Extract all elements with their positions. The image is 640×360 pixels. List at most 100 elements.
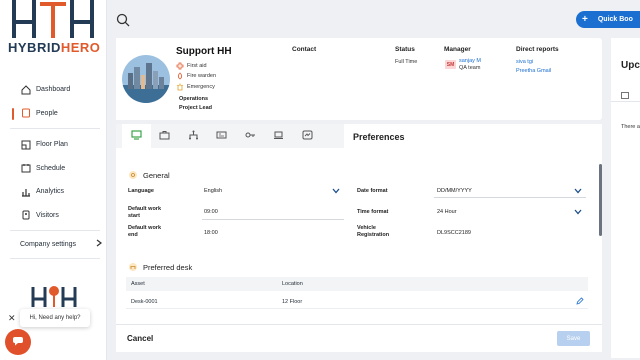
vehicle-field[interactable]: DL9SCC2189	[434, 227, 586, 240]
table-row: Desk-0001 12 Floor	[126, 295, 588, 309]
sidebar-item-label: Dashboard	[36, 86, 71, 94]
sidebar-item-label: Floor Plan	[36, 141, 68, 149]
visitors-icon	[20, 210, 31, 221]
divider	[611, 101, 640, 102]
form-footer: Cancel Save	[116, 324, 602, 352]
role-emergency: Emergency	[176, 83, 215, 91]
divider	[10, 128, 100, 129]
sidebar-item-dashboard[interactable]: Dashboard	[0, 78, 107, 102]
divider	[10, 258, 100, 259]
date-format-label: Date format	[357, 188, 388, 194]
preferred-desk-title: Preferred desk	[143, 262, 193, 272]
sidebar-item-visitors[interactable]: Visitors	[0, 204, 107, 228]
search-icon[interactable]	[115, 12, 131, 28]
vehicle-label-line1: Vehicle	[357, 225, 376, 231]
chevron-down-icon	[574, 188, 582, 194]
people-icon	[20, 108, 31, 119]
sidebar-item-schedule[interactable]: Schedule	[0, 157, 107, 181]
tab-devices[interactable]	[265, 124, 294, 148]
contact-header: Contact	[292, 46, 317, 53]
column-header-location: Location	[282, 281, 303, 287]
avatar	[122, 55, 170, 103]
desk-location: 12 Floor	[282, 299, 303, 305]
sidebar-item-floor-plan[interactable]: Floor Plan	[0, 133, 107, 157]
upcoming-empty-text: There a	[621, 124, 640, 130]
language-value: English	[204, 188, 223, 194]
work-end-value: 18:00	[204, 230, 218, 236]
profile-tabs	[116, 124, 344, 148]
date-format-select[interactable]: DD/MM/YYYY	[434, 184, 586, 197]
brand-word-1: HYBRID	[8, 40, 61, 55]
time-format-value: 24 Hour	[437, 209, 457, 215]
work-end-label-line1: Default work	[128, 225, 162, 231]
manager-team: QA team	[459, 65, 481, 71]
chevron-down-icon	[332, 188, 340, 194]
cancel-button[interactable]: Cancel	[127, 334, 153, 343]
chevron-down-icon	[574, 209, 582, 215]
manager-header: Manager	[444, 46, 471, 53]
company-settings[interactable]: Company settings	[20, 239, 102, 249]
status-value: Full Time	[395, 59, 418, 65]
floor-plan-icon	[20, 139, 31, 150]
hierarchy-icon	[188, 127, 199, 145]
status-header: Status	[395, 46, 415, 53]
work-start-label-line2: start	[128, 213, 140, 219]
key-icon	[245, 127, 256, 145]
manager-name[interactable]: sanjay M	[459, 58, 481, 64]
close-icon[interactable]: ✕	[8, 313, 16, 324]
upcoming-title: Upc	[621, 60, 640, 71]
chat-logo	[31, 286, 77, 307]
schedule-icon	[20, 163, 31, 174]
work-end-field[interactable]: 18:00	[202, 227, 344, 240]
work-start-value: 09:00	[204, 209, 218, 215]
sidebar-item-label: Visitors	[36, 211, 59, 219]
tab-activity[interactable]	[293, 124, 322, 148]
page-title: Preferences	[353, 132, 405, 142]
edit-icon[interactable]	[576, 297, 584, 307]
save-button[interactable]: Save	[557, 331, 590, 346]
divider	[434, 197, 586, 198]
tab-key[interactable]	[236, 124, 265, 148]
work-end-label: Default work end	[128, 225, 161, 239]
analytics-icon	[20, 186, 31, 197]
scrollbar[interactable]	[599, 164, 602, 236]
work-start-field[interactable]: 09:00	[202, 206, 344, 219]
siren-icon	[176, 83, 184, 91]
vehicle-label: Vehicle Registration	[357, 225, 389, 239]
fire-icon	[176, 72, 184, 80]
role-label: First aid	[187, 63, 207, 69]
tab-work[interactable]	[151, 124, 180, 148]
time-format-select[interactable]: 24 Hour	[434, 205, 586, 218]
role-fire-warden: Fire warden	[176, 72, 216, 80]
column-header-asset: Asset	[131, 281, 145, 287]
profile-card: Support HH First aid Fire warden Emergen…	[116, 38, 286, 120]
team-label: Project Lead	[179, 105, 213, 111]
chat-icon	[12, 333, 24, 351]
language-select[interactable]: English	[202, 184, 344, 197]
chevron-right-icon	[96, 239, 102, 249]
tab-hierarchy[interactable]	[179, 124, 208, 148]
profile-header: Support HH First aid Fire warden Emergen…	[116, 38, 602, 120]
tab-preferences[interactable]	[122, 124, 151, 148]
date-format-value: DD/MM/YYYY	[437, 188, 472, 194]
chat-button[interactable]	[5, 329, 31, 355]
divider	[10, 230, 100, 231]
direct-report-link[interactable]: Preetha Gmail	[516, 68, 551, 74]
upcoming-panel: Upc There a	[611, 38, 640, 358]
sidebar-item-analytics[interactable]: Analytics	[0, 180, 107, 204]
tab-id-card[interactable]	[208, 124, 237, 148]
direct-report-link[interactable]: siva tgi	[516, 59, 533, 65]
quick-book-button[interactable]: + Quick Boo	[576, 11, 640, 28]
brand-word-2: HERO	[60, 40, 101, 55]
vehicle-value: DL9SCC2189	[437, 230, 471, 236]
role-label: Emergency	[187, 84, 215, 90]
work-end-label-line2: end	[128, 232, 138, 238]
sidebar-item-label: Analytics	[36, 188, 65, 196]
preferences-panel: Preferences General Language English Def…	[116, 124, 602, 350]
monitor-icon	[131, 127, 142, 145]
chat-bubble[interactable]: Hi, Need any help?	[20, 309, 90, 327]
logo-mark	[12, 0, 94, 38]
quick-book-label: Quick Boo	[597, 16, 633, 23]
desk-asset: Desk-0001	[131, 299, 158, 305]
sidebar-item-people[interactable]: People	[0, 102, 107, 126]
